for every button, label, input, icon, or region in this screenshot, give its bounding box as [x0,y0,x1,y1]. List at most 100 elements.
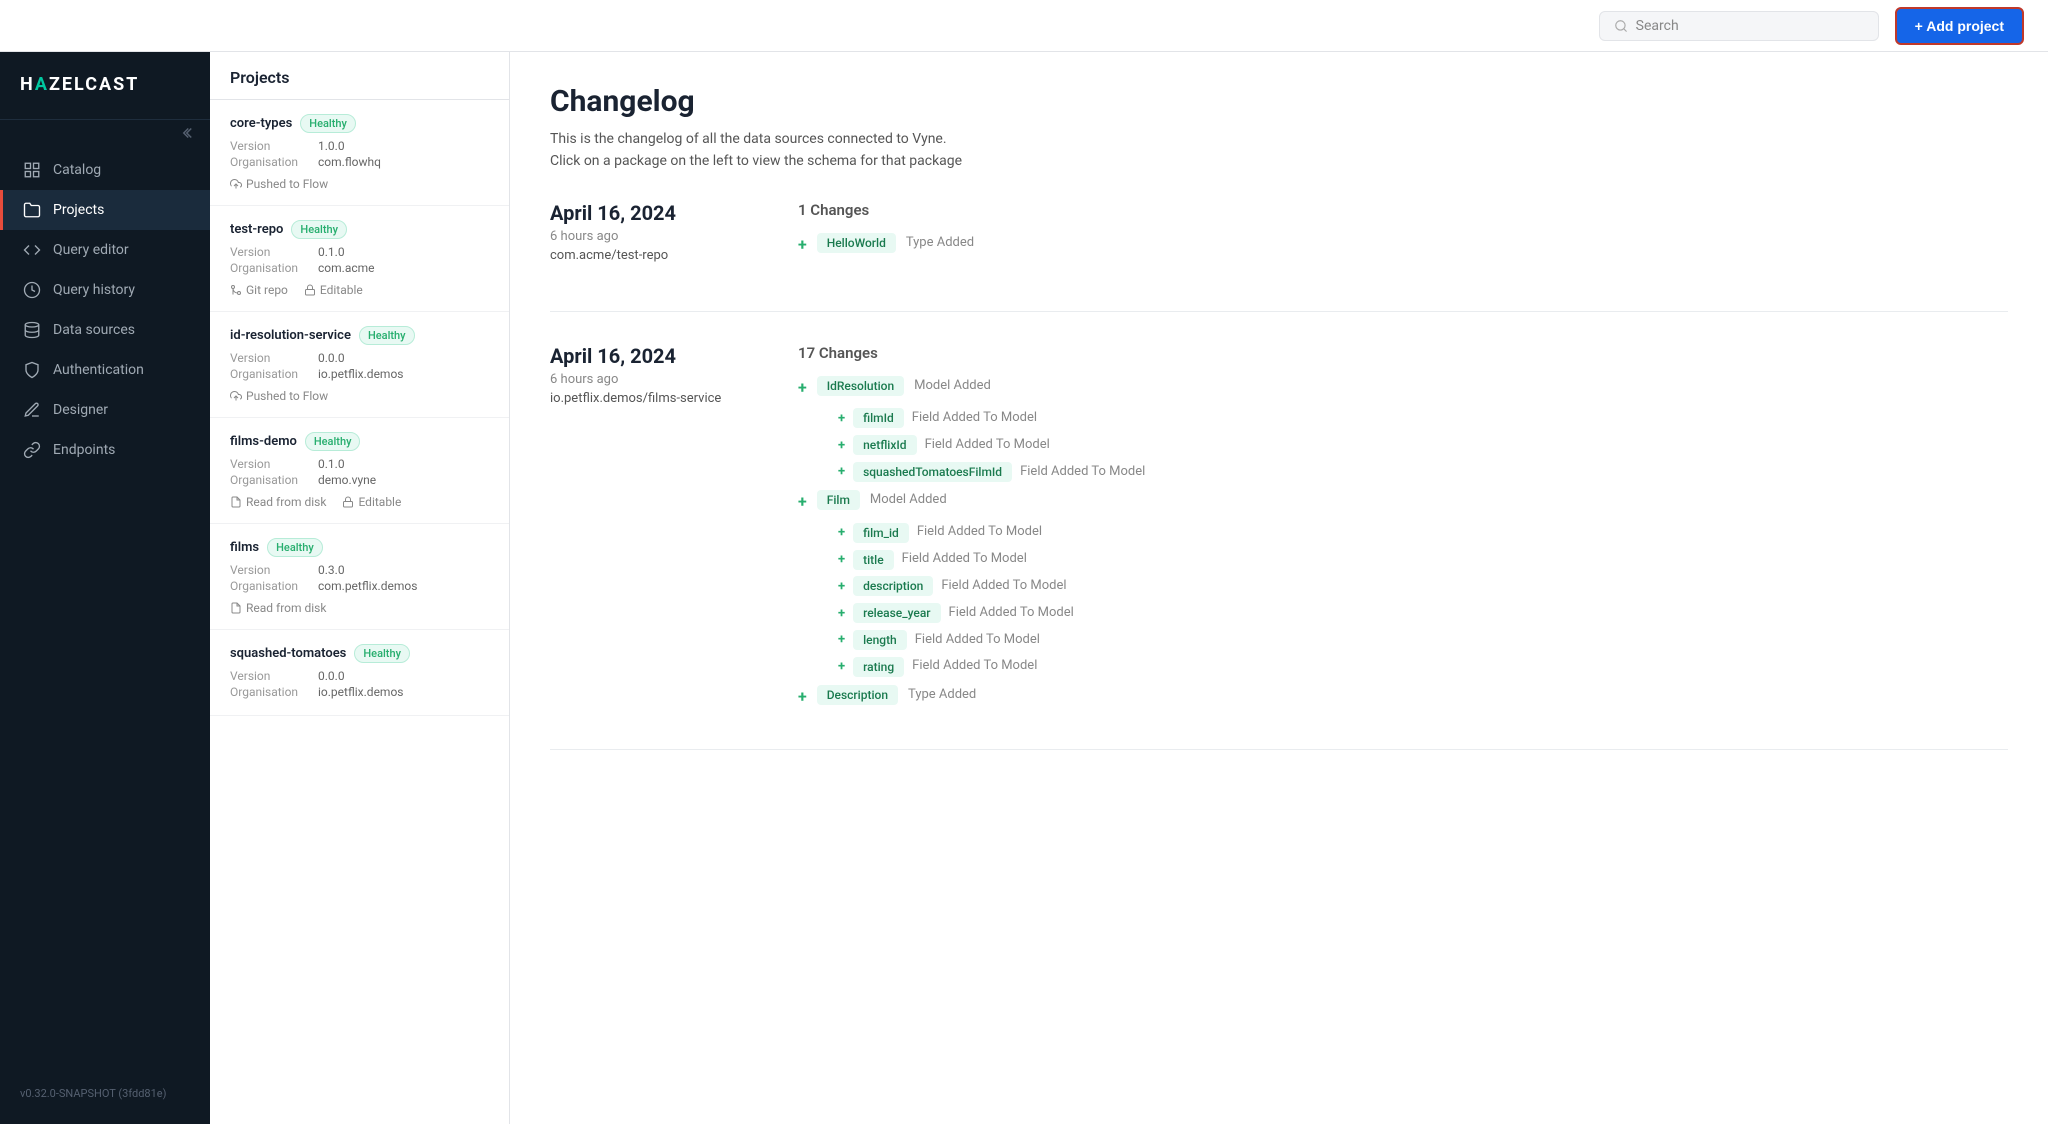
sub-plus-icon: + [838,606,845,621]
change-tag: title [853,550,894,570]
sub-change-entry: + netflixId Field Added To Model [838,435,2008,456]
version-value: 1.0.0 [318,139,345,153]
change-tag: HelloWorld [817,233,896,253]
list-item[interactable]: core-types Healthy Version1.0.0 Organisa… [210,100,509,206]
change-label: Field Added To Model [1020,462,1145,483]
change-label: Field Added To Model [912,656,1037,677]
sub-change-entry: + length Field Added To Model [838,630,2008,651]
org-label: Organisation [230,155,310,169]
topbar: Search + Add project [0,0,2048,52]
sub-change-entry: + squashedTomatoesFilmId Field Added To … [838,462,2008,483]
project-name: test-repo [230,222,283,237]
sidebar-item-projects[interactable]: Projects [0,190,210,230]
project-list: core-types Healthy Version 1.0.0 Organisa… [210,100,509,1124]
tag-label: Pushed to Flow [246,389,328,403]
plus-icon: + [798,685,807,709]
project-tag: Editable [304,283,363,297]
change-tag: film_id [853,523,909,543]
changelog-title: Changelog [550,84,2008,119]
grid-icon [23,161,41,179]
list-item[interactable]: id-resolution-service Healthy Version0.0… [210,312,509,418]
changes-count: 17 Changes [798,344,2008,362]
change-tag: description [853,576,933,596]
sidebar-item-data-sources[interactable]: Data sources [0,310,210,350]
project-name: films-demo [230,434,297,449]
changelog-date: April 16, 2024 [550,201,750,225]
sidebar-item-endpoints[interactable]: Endpoints [0,430,210,470]
change-tag: IdResolution [817,376,904,396]
push-icon [230,178,242,190]
changes-count: 1 Changes [798,201,2008,219]
project-name: core-types [230,116,292,131]
change-entry: + IdResolution Model Added [798,376,2008,400]
project-name: id-resolution-service [230,328,351,343]
logo: HAZELCAST [20,74,190,95]
tag-label: Editable [358,495,401,509]
sidebar-item-label: Designer [53,402,108,418]
change-tag: length [853,630,907,650]
sub-plus-icon: + [838,411,845,426]
clock-icon [23,281,41,299]
change-tag: squashedTomatoesFilmId [853,462,1012,482]
changelog-area: Changelog This is the changelog of all t… [510,52,2048,1124]
sidebar-item-authentication[interactable]: Authentication [0,350,210,390]
push-icon [230,390,242,402]
disk-icon [230,496,242,508]
project-tag: Git repo [230,283,288,297]
change-tag: rating [853,657,904,677]
project-tag: Pushed to Flow [230,177,328,191]
sub-change-entry: + filmId Field Added To Model [838,408,2008,429]
change-label: Model Added [914,376,991,397]
sub-change-entry: + title Field Added To Model [838,549,2008,570]
add-project-button[interactable]: + Add project [1895,7,2024,45]
plus-icon: + [798,376,807,400]
sub-plus-icon: + [838,464,845,479]
sub-plus-icon: + [838,579,845,594]
change-tag: filmId [853,408,904,428]
change-entry: + HelloWorld Type Added [798,233,2008,257]
version-label: Version [230,139,310,153]
status-badge: Healthy [267,538,323,557]
changelog-desc1: This is the changelog of all the data so… [550,131,2008,147]
sidebar-item-catalog[interactable]: Catalog [0,150,210,190]
change-tag: Film [817,490,860,510]
sub-plus-icon: + [838,552,845,567]
pen-icon [23,401,41,419]
changelog-desc2: Click on a package on the left to view t… [550,153,2008,169]
change-label: Field Added To Model [912,408,1037,429]
sidebar-item-label: Authentication [53,362,144,378]
sidebar-item-label: Query editor [53,242,129,258]
sidebar-item-designer[interactable]: Designer [0,390,210,430]
sidebar-item-query-editor[interactable]: Query editor [0,230,210,270]
sub-plus-icon: + [838,525,845,540]
list-item[interactable]: test-repo Healthy Version0.1.0 Organisat… [210,206,509,312]
status-badge: Healthy [359,326,415,345]
lock-icon [342,496,354,508]
collapse-button[interactable] [0,120,210,142]
changelog-source: io.petflix.demos/films-service [550,391,750,406]
list-item[interactable]: films Healthy Version0.3.0 Organisationc… [210,524,509,630]
sidebar-item-label: Catalog [53,162,101,178]
search-label: Search [1636,18,1679,34]
git-icon [230,284,242,296]
sidebar-item-label: Projects [53,202,104,218]
code-icon [23,241,41,259]
changelog-source: com.acme/test-repo [550,248,750,263]
link-icon [23,441,41,459]
search-box[interactable]: Search [1599,11,1879,41]
change-entry: + Film Model Added [798,490,2008,514]
list-item[interactable]: squashed-tomatoes Healthy Version0.0.0 O… [210,630,509,716]
project-tag: Pushed to Flow [230,389,328,403]
projects-title: Projects [230,68,290,87]
project-tag: Read from disk [230,495,326,509]
changelog-section: April 16, 2024 6 hours ago com.acme/test… [550,201,2008,312]
change-entry: + Description Type Added [798,685,2008,709]
sidebar-item-query-history[interactable]: Query history [0,270,210,310]
change-label: Field Added To Model [917,522,1042,543]
shield-icon [23,361,41,379]
change-label: Field Added To Model [949,603,1074,624]
list-item[interactable]: films-demo Healthy Version0.1.0 Organisa… [210,418,509,524]
change-label: Field Added To Model [941,576,1066,597]
database-icon [23,321,41,339]
projects-panel: Projects core-types Healthy Version 1.0.0… [210,52,510,1124]
